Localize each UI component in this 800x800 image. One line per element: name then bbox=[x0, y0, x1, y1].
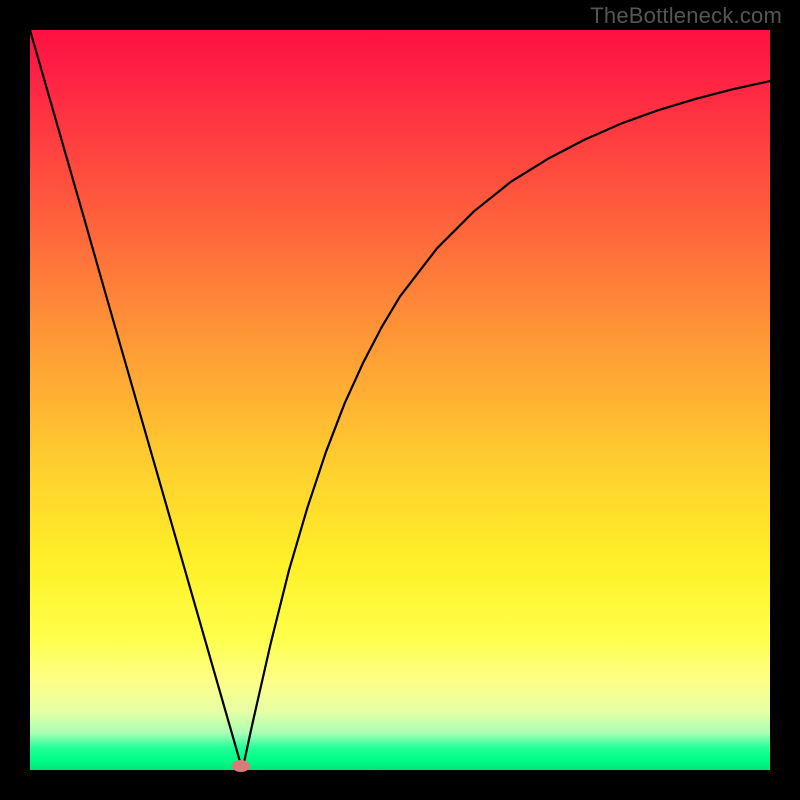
plot-area bbox=[30, 30, 770, 770]
chart-frame: TheBottleneck.com bbox=[0, 0, 800, 800]
watermark-text: TheBottleneck.com bbox=[590, 3, 782, 29]
vertex-marker bbox=[232, 760, 250, 772]
bottleneck-curve bbox=[30, 30, 770, 770]
